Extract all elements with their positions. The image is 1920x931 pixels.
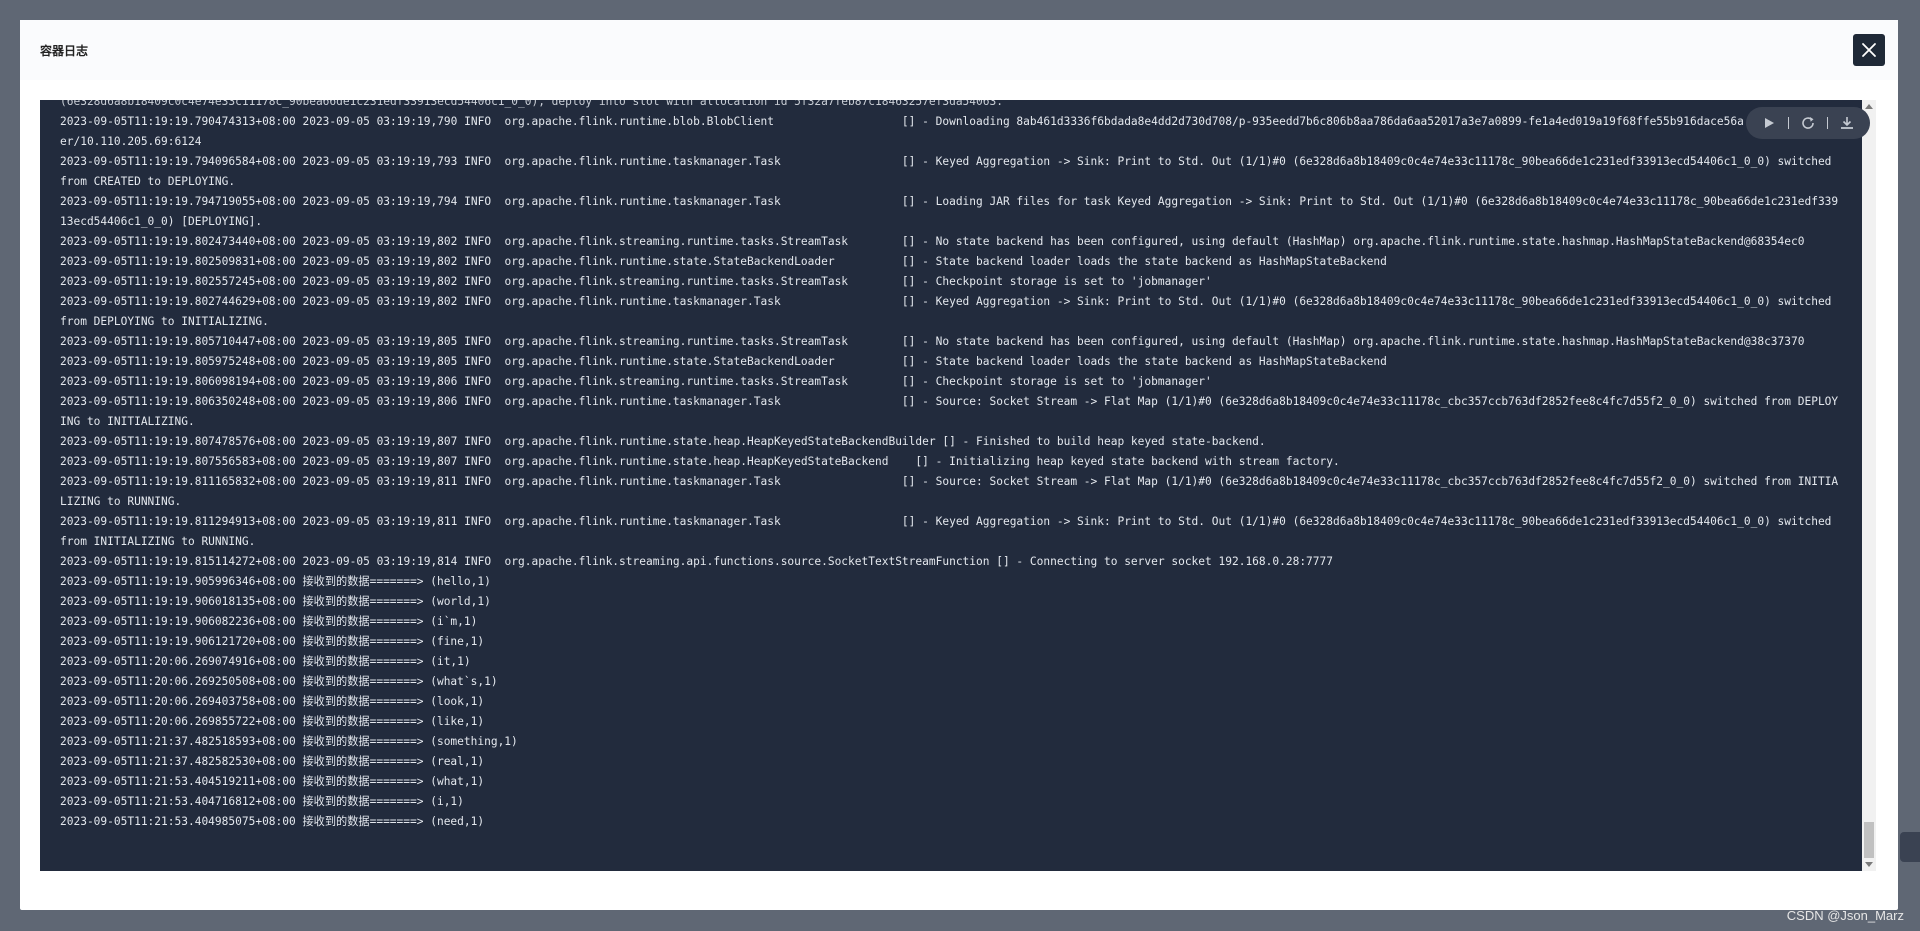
toolbar-divider <box>1787 117 1789 129</box>
log-line: 2023-09-05T11:20:06.269403758+08:00 接收到的… <box>60 695 485 708</box>
log-content: (6e328d6a8b18409c0c4e74e33c11178c_90bea6… <box>60 100 1842 832</box>
log-line: 2023-09-05T11:19:19.805710447+08:00 2023… <box>60 335 1805 348</box>
scroll-up-arrow-icon[interactable] <box>1865 104 1873 109</box>
log-line: 2023-09-05T11:21:37.482582530+08:00 接收到的… <box>60 755 485 768</box>
log-line: 2023-09-05T11:19:19.906082236+08:00 接收到的… <box>60 615 478 628</box>
log-line: 2023-09-05T11:19:19.802509831+08:00 2023… <box>60 255 1387 268</box>
log-line: 2023-09-05T11:19:19.802557245+08:00 2023… <box>60 275 1212 288</box>
log-toolbar <box>1746 107 1870 139</box>
log-line: 2023-09-05T11:19:19.807478576+08:00 2023… <box>60 435 1266 448</box>
log-line: 2023-09-05T11:21:37.482518593+08:00 接收到的… <box>60 735 518 748</box>
log-scrollbar[interactable] <box>1862 100 1876 871</box>
log-panel[interactable]: (6e328d6a8b18409c0c4e74e33c11178c_90bea6… <box>40 100 1862 871</box>
log-line: 2023-09-05T11:19:19.794719055+08:00 2023… <box>60 195 1839 228</box>
log-line: 2023-09-05T11:20:06.269855722+08:00 接收到的… <box>60 715 485 728</box>
scroll-thumb[interactable] <box>1864 822 1874 858</box>
play-button[interactable] <box>1759 113 1779 133</box>
log-line: 2023-09-05T11:20:06.269250508+08:00 接收到的… <box>60 675 498 688</box>
log-line: 2023-09-05T11:21:53.404716812+08:00 接收到的… <box>60 795 464 808</box>
play-icon <box>1764 118 1774 128</box>
scroll-down-arrow-icon[interactable] <box>1865 862 1873 867</box>
download-button[interactable] <box>1837 113 1857 133</box>
close-icon <box>1862 43 1876 57</box>
toolbar-divider <box>1827 117 1829 129</box>
log-line: 2023-09-05T11:19:19.811165832+08:00 2023… <box>60 475 1839 508</box>
log-line: 2023-09-05T11:19:19.806350248+08:00 2023… <box>60 395 1839 428</box>
side-float-tab[interactable] <box>1900 832 1920 862</box>
modal-title: 容器日志 <box>40 44 89 58</box>
download-icon <box>1841 117 1854 129</box>
container-log-modal: 容器日志 (6e328d6a8b18409c0c4e74e33c11178c_9… <box>20 20 1898 910</box>
log-line: 2023-09-05T11:19:19.806098194+08:00 2023… <box>60 375 1212 388</box>
refresh-icon <box>1802 117 1814 129</box>
log-line: 2023-09-05T11:19:19.811294913+08:00 2023… <box>60 515 1839 548</box>
log-line: 2023-09-05T11:19:19.794096584+08:00 2023… <box>60 155 1839 188</box>
watermark: CSDN @Json_Marz <box>1786 908 1904 923</box>
log-line: 2023-09-05T11:20:06.269074916+08:00 接收到的… <box>60 655 471 668</box>
refresh-button[interactable] <box>1798 113 1818 133</box>
log-line: 2023-09-05T11:19:19.802744629+08:00 2023… <box>60 295 1839 328</box>
log-line: 2023-09-05T11:19:19.807556583+08:00 2023… <box>60 455 1340 468</box>
log-line: 2023-09-05T11:19:19.815114272+08:00 2023… <box>60 555 1333 568</box>
log-line: 2023-09-05T11:19:19.906121720+08:00 接收到的… <box>60 635 485 648</box>
log-line: 2023-09-05T11:21:53.404519211+08:00 接收到的… <box>60 775 485 788</box>
log-line: 2023-09-05T11:19:19.805975248+08:00 2023… <box>60 355 1387 368</box>
modal-header: 容器日志 <box>20 20 1898 80</box>
log-line: 2023-09-05T11:19:19.790474313+08:00 2023… <box>60 115 1839 148</box>
log-line: 2023-09-05T11:19:19.905996346+08:00 接收到的… <box>60 575 491 588</box>
log-line: 2023-09-05T11:19:19.906018135+08:00 接收到的… <box>60 595 491 608</box>
log-line: (6e328d6a8b18409c0c4e74e33c11178c_90bea6… <box>60 100 1003 108</box>
close-button[interactable] <box>1853 34 1885 66</box>
log-line: 2023-09-05T11:21:53.404985075+08:00 接收到的… <box>60 815 485 828</box>
log-line: 2023-09-05T11:19:19.802473440+08:00 2023… <box>60 235 1805 248</box>
